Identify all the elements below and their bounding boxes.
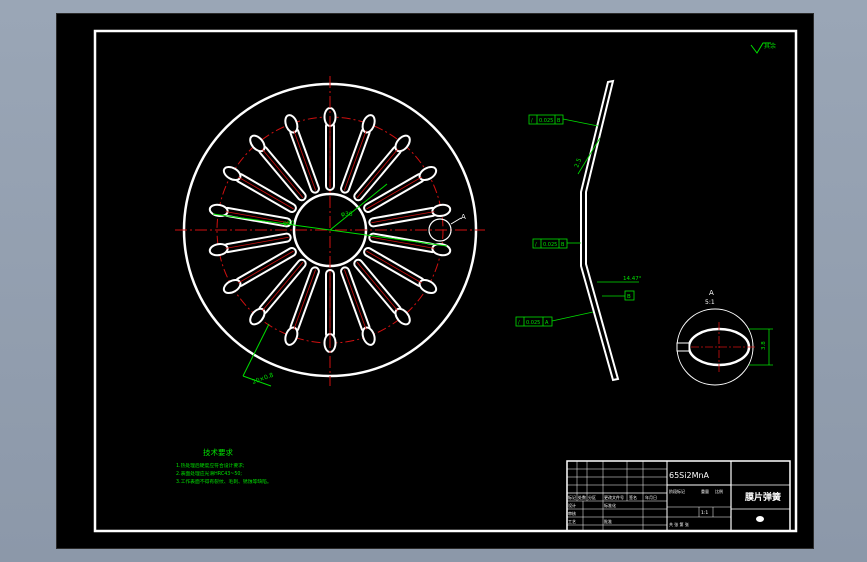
row-approve: 批准	[604, 518, 612, 524]
spring-finger	[368, 203, 452, 228]
finger-eye	[284, 326, 299, 346]
finger-eye	[208, 242, 229, 257]
hdr-change-doc: 更改文件号	[604, 494, 624, 500]
part-name: 膜片弹簧	[744, 491, 781, 503]
notes-line-1: 1.热处理后硬度应符合设计要求;	[176, 462, 245, 469]
stage-label: 阶段标记	[669, 488, 685, 494]
notes-line-2: 2.表面处理应光滑HRC43~50;	[176, 470, 242, 477]
logo-mark	[756, 516, 764, 522]
fcf-3-value: 0.025	[526, 320, 540, 326]
spring-finger	[208, 232, 292, 257]
detail-title: A	[709, 289, 714, 297]
fcf-1: / 0.025 B	[528, 114, 599, 127]
detail-view: A 5:1 3.8	[676, 289, 773, 386]
drawing-sheet: 其余 φ80 φ36 20×0.8 A / 0.025 B / 0.025 B …	[56, 13, 814, 549]
row-process: 工艺	[568, 519, 576, 524]
roughness-note: 其余	[764, 42, 776, 50]
material-text: 65Si2MnA	[669, 471, 710, 480]
fcf-1-datum: B	[557, 118, 561, 124]
finger-centerline	[293, 269, 317, 330]
finger-eye	[361, 326, 376, 346]
angle-dim-text: 14.47°	[623, 276, 642, 282]
detail-neck	[676, 342, 690, 352]
fcf-1-value: 0.025	[539, 118, 553, 124]
finger-dim-text: 20×0.8	[251, 372, 274, 386]
outer-dim-text: φ80	[283, 220, 295, 227]
title-block-text: 65Si2MnA 膜片弹簧 标记 处数 分区 更改文件号 签名 年月日 设计 标…	[568, 471, 781, 527]
fcf-3: / 0.025 A	[515, 311, 594, 327]
finger-eye	[361, 114, 376, 134]
hdr-count: 处数	[578, 494, 586, 500]
finger-centerline	[293, 130, 317, 191]
cad-drawing: 其余 φ80 φ36 20×0.8 A / 0.025 B / 0.025 B …	[93, 29, 798, 533]
sheet-count: 共 张 第 张	[669, 521, 689, 527]
front-view: φ80 φ36 20×0.8 A	[175, 76, 485, 387]
row-check: 审核	[568, 510, 576, 516]
hub-dim-text: φ36	[341, 211, 353, 218]
hdr-date: 年月日	[645, 494, 657, 500]
slot-dim-text: 2.5	[573, 157, 583, 169]
roughness-symbol: 其余	[750, 42, 776, 54]
finger-centerline	[343, 269, 367, 330]
datum-b-text: B	[627, 294, 631, 300]
section-view: / 0.025 B / 0.025 B / 0.025 A 2.5 14.47°…	[515, 79, 642, 382]
fcf-2: / 0.025 B	[532, 238, 581, 249]
finger-eye	[431, 203, 452, 218]
scale-label: 比例	[715, 488, 723, 494]
inner-frame	[93, 29, 798, 533]
row-standard: 标准化	[604, 502, 616, 508]
notes-title: 技术要求	[203, 447, 233, 457]
detail-dim-text: 3.8	[761, 341, 767, 350]
fcf-3-datum: A	[545, 320, 549, 326]
hdr-signature: 签名	[629, 494, 637, 500]
detail-ref: A	[461, 213, 466, 221]
spring-finger	[368, 232, 452, 257]
fcf-2-value: 0.025	[543, 242, 557, 248]
scale-value: 1:1	[701, 510, 708, 516]
section-profile	[580, 79, 620, 382]
svg-text:/: /	[531, 118, 533, 124]
detail-scale: 5:1	[705, 299, 715, 306]
fcf-2-datum: B	[561, 242, 565, 248]
row-designer: 设计	[568, 502, 576, 508]
svg-text:/: /	[518, 320, 520, 326]
hdr-zone: 分区	[588, 494, 596, 500]
weight-label: 重量	[701, 488, 709, 494]
finger-eye	[284, 114, 299, 134]
notes-line-3: 3.工作表面不得有裂纹、毛刺、锈蚀等缺陷。	[176, 478, 272, 485]
svg-text:/: /	[535, 242, 537, 248]
finger-centerline	[343, 130, 367, 191]
detail-leader	[450, 217, 462, 225]
spring-finger	[208, 203, 292, 228]
technical-requirements: 技术要求 1.热处理后硬度应符合设计要求; 2.表面处理应光滑HRC43~50;…	[176, 447, 272, 485]
hdr-mark: 标记	[568, 494, 576, 500]
